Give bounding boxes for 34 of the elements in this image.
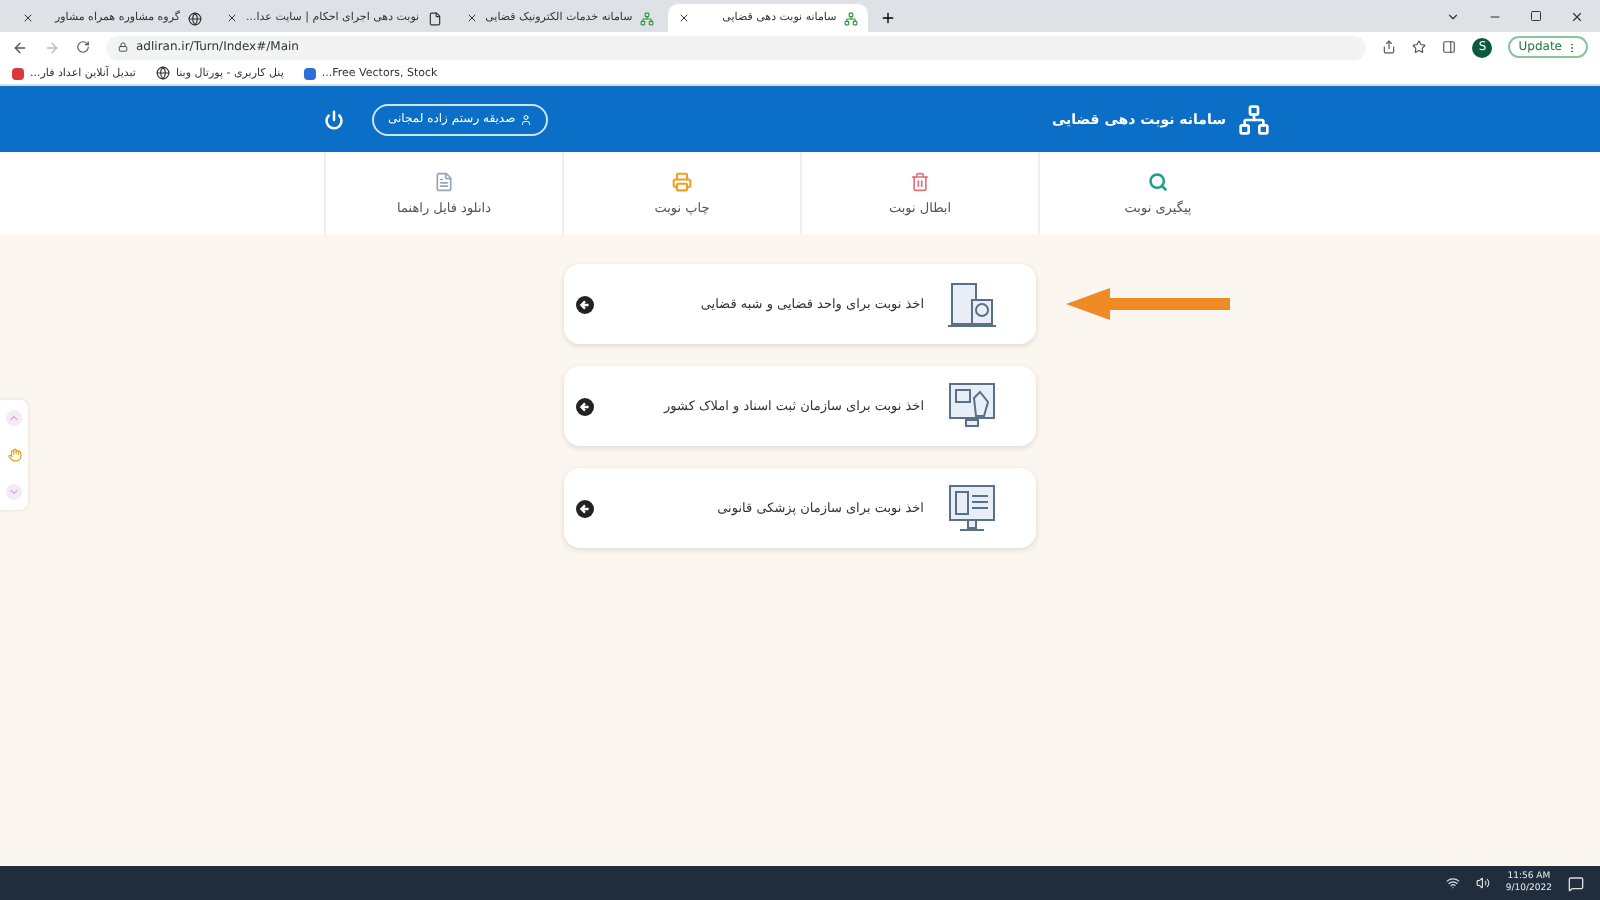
arrow-icon — [576, 499, 594, 517]
reload-icon[interactable] — [76, 40, 90, 54]
notification-icon[interactable] — [1568, 875, 1584, 891]
network-icon — [844, 11, 859, 25]
globe-icon — [155, 66, 170, 80]
power-icon[interactable] — [324, 109, 344, 129]
bookmark-icon — [303, 68, 316, 80]
close-icon[interactable] — [465, 12, 478, 24]
wifi-icon[interactable] — [1445, 876, 1460, 890]
user-icon — [519, 113, 532, 125]
close-icon[interactable] — [22, 12, 34, 24]
monitor-icon — [944, 480, 1000, 536]
star-icon[interactable] — [1412, 40, 1427, 54]
trash-icon — [910, 171, 930, 191]
back-icon[interactable] — [12, 39, 28, 55]
side-panel-icon[interactable] — [1442, 40, 1457, 54]
share-icon[interactable] — [1382, 40, 1397, 54]
printer-icon — [672, 171, 692, 191]
network-icon — [640, 11, 655, 25]
volume-icon[interactable] — [1475, 876, 1490, 890]
close-icon[interactable] — [226, 12, 238, 24]
close-icon[interactable] — [678, 12, 691, 24]
arrow-icon — [576, 397, 594, 415]
close-icon[interactable] — [1570, 9, 1584, 23]
document-icon — [427, 11, 442, 25]
globe-icon — [188, 11, 202, 25]
arrow-icon — [576, 295, 594, 313]
new-tab-icon[interactable] — [880, 10, 897, 26]
bookmark-icon — [12, 68, 24, 80]
network-icon — [1238, 103, 1270, 135]
search-icon — [1148, 171, 1168, 191]
lock-icon — [118, 42, 128, 52]
file-icon — [434, 171, 454, 191]
maximize-icon[interactable] — [1530, 10, 1542, 22]
